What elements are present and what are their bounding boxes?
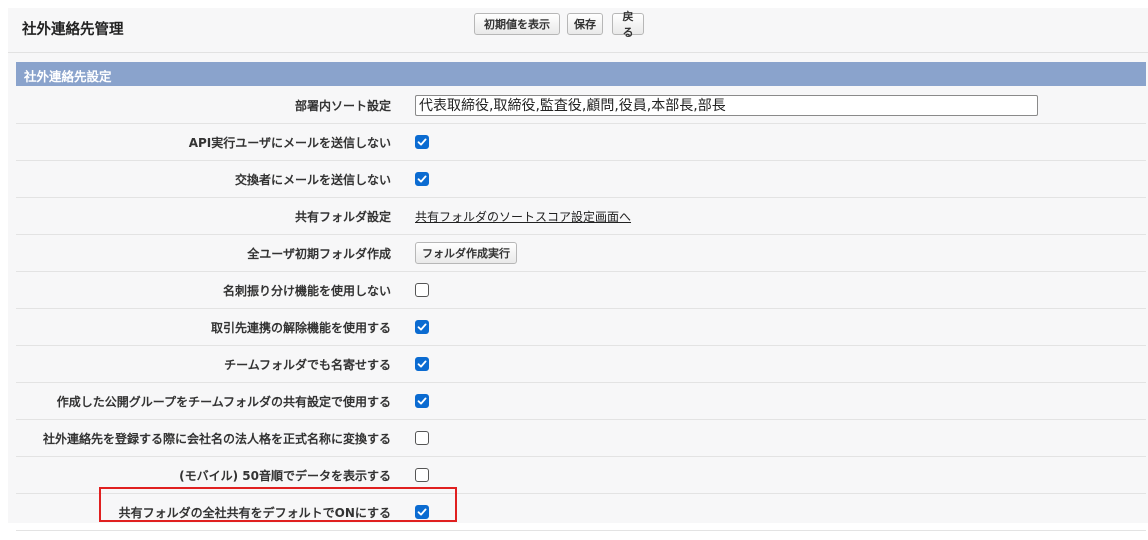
setting-row: 全ユーザ初期フォルダ作成 フォルダ作成実行 xyxy=(16,235,1146,272)
setting-label: チームフォルダでも名寄せする xyxy=(224,357,391,372)
setting-label: 社外連絡先を登録する際に会社名の法人格を正式名称に変換する xyxy=(42,431,391,446)
setting-row: チームフォルダでも名寄せする xyxy=(16,346,1146,383)
setting-value: 共有フォルダのソートスコア設定画面へ xyxy=(415,198,631,234)
setting-checkbox[interactable] xyxy=(415,431,429,445)
setting-checkbox[interactable] xyxy=(415,172,429,186)
setting-value xyxy=(415,272,429,308)
setting-checkbox[interactable] xyxy=(415,283,429,297)
save-button[interactable]: 保存 xyxy=(567,13,603,35)
setting-label: 共有フォルダ設定 xyxy=(294,209,391,224)
setting-label: 取引先連携の解除機能を使用する xyxy=(210,320,391,335)
highlight-annotation xyxy=(99,487,457,522)
show-defaults-button[interactable]: 初期値を表示 xyxy=(474,13,560,35)
setting-label: API実行ユーザにメールを送信しない xyxy=(188,135,391,150)
setting-checkbox[interactable] xyxy=(415,357,429,371)
back-button[interactable]: 戻る xyxy=(612,10,644,39)
setting-row: 取引先連携の解除機能を使用する xyxy=(16,309,1146,346)
setting-row: 共有フォルダ設定 共有フォルダのソートスコア設定画面へ xyxy=(16,198,1146,235)
setting-value xyxy=(415,161,429,197)
section-header: 社外連絡先設定 xyxy=(16,62,1146,86)
setting-value xyxy=(415,346,429,382)
setting-checkbox[interactable] xyxy=(415,468,429,482)
setting-row: 交換者にメールを送信しない xyxy=(16,161,1146,198)
setting-row: 社外連絡先を登録する際に会社名の法人格を正式名称に変換する xyxy=(16,420,1146,457)
section-title: 社外連絡先設定 xyxy=(24,69,112,84)
setting-row: 部署内ソート設定 代表取締役,取締役,監査役,顧問,役員,本部長,部長 xyxy=(16,87,1146,124)
setting-value xyxy=(415,124,429,160)
setting-value: 代表取締役,取締役,監査役,顧問,役員,本部長,部長 xyxy=(415,87,1038,123)
setting-label: 名刺振り分け機能を使用しない xyxy=(222,283,391,298)
setting-label: 作成した公開グループをチームフォルダの共有設定で使用する xyxy=(56,394,391,409)
setting-label: 交換者にメールを送信しない xyxy=(234,172,391,187)
setting-value xyxy=(415,383,429,419)
setting-checkbox[interactable] xyxy=(415,320,429,334)
setting-value xyxy=(415,309,429,345)
setting-value xyxy=(415,420,429,456)
setting-label: 部署内ソート設定 xyxy=(294,98,391,113)
setting-row: 作成した公開グループをチームフォルダの共有設定で使用する xyxy=(16,383,1146,420)
setting-checkbox[interactable] xyxy=(415,135,429,149)
setting-label: 全ユーザ初期フォルダ作成 xyxy=(247,246,391,261)
setting-row: 名刺振り分け機能を使用しない xyxy=(16,272,1146,309)
setting-row: API実行ユーザにメールを送信しない xyxy=(16,124,1146,161)
setting-checkbox[interactable] xyxy=(415,394,429,408)
sort-order-input[interactable]: 代表取締役,取締役,監査役,顧問,役員,本部長,部長 xyxy=(415,94,1038,116)
setting-value: フォルダ作成実行 xyxy=(415,235,517,271)
create-folders-button[interactable]: フォルダ作成実行 xyxy=(415,242,517,264)
page-title: 社外連絡先管理 xyxy=(22,22,124,38)
shared-folder-sort-link[interactable]: 共有フォルダのソートスコア設定画面へ xyxy=(415,208,631,225)
